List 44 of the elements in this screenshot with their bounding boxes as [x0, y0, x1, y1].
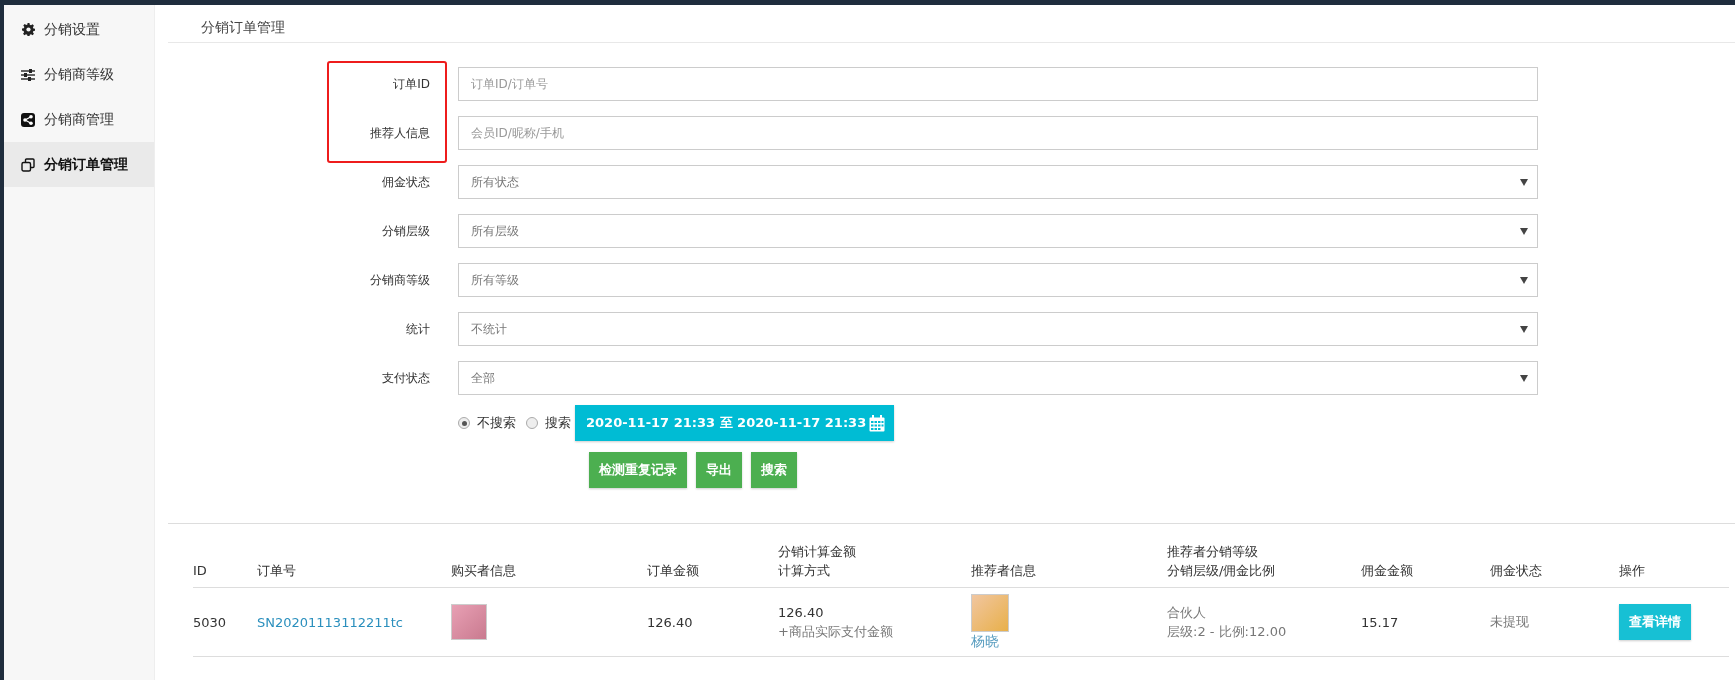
select-dropdown[interactable]: 所有层级	[458, 214, 1538, 248]
filter-label: 分销商等级	[369, 271, 431, 289]
column-header: 佣金状态	[1490, 543, 1619, 588]
table-cell: 15.17	[1361, 614, 1399, 630]
status-text: 未提现	[1490, 613, 1529, 631]
referrer-name: 杨晓	[971, 631, 999, 651]
column-header: ID	[193, 543, 257, 588]
table-cell: 5030	[193, 614, 227, 630]
select-dropdown[interactable]: 全部	[458, 361, 1538, 395]
filter-label: 推荐人信息	[369, 124, 431, 142]
column-header: 推荐者分销等级 分销层级/佣金比例	[1167, 524, 1361, 588]
column-header: 佣金金额	[1361, 543, 1490, 588]
filter-label: 分销层级	[381, 222, 431, 240]
select-dropdown[interactable]: 所有等级	[458, 263, 1538, 297]
level-ratio-text: 层级:2 - 比例:12.00	[1167, 623, 1287, 641]
radio-option[interactable]: 不搜索	[458, 414, 516, 432]
sidebar-item[interactable]: 分销设置	[4, 7, 154, 52]
action-button[interactable]: 搜索	[751, 452, 797, 488]
order-number-link[interactable]: SN20201113112211tc	[257, 614, 403, 630]
text-input-field[interactable]: 会员ID/昵称/手机	[458, 116, 1538, 150]
filter-label: 佣金状态	[381, 173, 431, 191]
action-button[interactable]: 检测重复记录	[589, 452, 687, 488]
column-header: 订单金额	[647, 543, 778, 588]
calc-method-text: +商品实际支付金额	[778, 623, 893, 641]
select-dropdown[interactable]: 不统计	[458, 312, 1538, 346]
table-cell: 126.40	[647, 614, 693, 630]
sidebar-item[interactable]: 分销商等级	[4, 52, 154, 97]
level-name: 合伙人	[1167, 604, 1206, 622]
filter-label: 统计	[405, 320, 431, 338]
radio-option[interactable]: 搜索	[526, 414, 571, 432]
filter-label: 订单ID	[392, 75, 431, 93]
filter-label: 支付状态	[381, 369, 431, 387]
page-title: 分销订单管理	[201, 19, 285, 37]
column-header: 订单号	[257, 543, 451, 588]
column-header: 购买者信息	[451, 543, 647, 588]
sidebar-item[interactable]: 分销订单管理	[4, 142, 154, 187]
text-input-field[interactable]: 订单ID/订单号	[458, 67, 1538, 101]
sidebar-item[interactable]: 分销商管理	[4, 97, 154, 142]
column-header: 推荐者信息	[971, 543, 1167, 588]
column-header: 分销计算金额 计算方式	[778, 524, 971, 588]
table-cell-text: 126.40	[778, 604, 824, 622]
select-dropdown[interactable]: 所有状态	[458, 165, 1538, 199]
action-button[interactable]: 导出	[696, 452, 742, 488]
column-header: 操作	[1619, 543, 1729, 588]
